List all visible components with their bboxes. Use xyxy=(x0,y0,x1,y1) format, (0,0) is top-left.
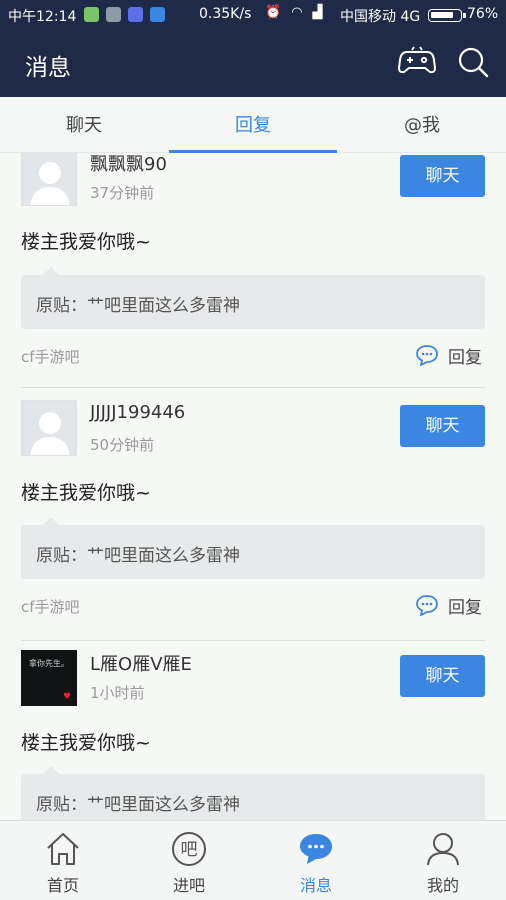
original-post-text: 原贴：艹吧里面这么多雷神 xyxy=(36,296,240,316)
original-post-text: 原贴：艹吧里面这么多雷神 xyxy=(36,795,240,815)
chat-button[interactable]: 聊天 xyxy=(400,155,485,197)
status-time: 中午12:14 xyxy=(8,9,77,25)
heart-icon: ♥ xyxy=(63,692,72,702)
gallery-app-icon xyxy=(106,7,121,22)
status-bar: 中午12:14 0.35K/s ⏰ ◠ ▟ 中国移动 4G 76% xyxy=(0,0,506,30)
reply-button-label: 回复 xyxy=(448,597,482,618)
nav-profile-label: 我的 xyxy=(426,876,459,895)
original-post[interactable]: 原贴：艹吧里面这么多雷神 xyxy=(21,267,485,329)
nav-home-label: 首页 xyxy=(46,876,79,895)
avatar-photo[interactable]: 拿你先生。 ♥ xyxy=(21,650,77,706)
reply-button[interactable]: 回复 xyxy=(415,343,482,368)
username[interactable]: L雁O雁V雁E xyxy=(90,650,192,676)
network-speed: 0.35K/s xyxy=(199,6,252,22)
forum-icon: 吧 xyxy=(172,832,206,866)
reply-card: 飘飘飘90 37分钟前 聊天 楼主我爱你哦~ 原贴：艹吧里面这么多雷神 cf手游… xyxy=(0,153,506,400)
reply-message: 楼主我爱你哦~ xyxy=(21,482,151,504)
video-app-icon xyxy=(128,7,143,22)
alarm-icon: ⏰ xyxy=(265,5,282,20)
tab-mention[interactable]: @我 xyxy=(338,97,506,153)
original-post[interactable]: 原贴：艹吧里面这么多雷神 xyxy=(21,517,485,579)
wechat-app-icon xyxy=(84,7,99,22)
battery-percent: 76% xyxy=(467,6,499,22)
nav-forum[interactable]: 吧 进吧 xyxy=(126,821,252,900)
baidu-app-icon xyxy=(150,7,165,22)
original-post[interactable]: 原贴：艹吧里面这么多雷神 xyxy=(21,766,485,820)
nav-home[interactable]: 首页 xyxy=(0,821,126,900)
nav-forum-label: 进吧 xyxy=(172,876,205,895)
forum-name[interactable]: cf手游吧 xyxy=(21,346,80,367)
reply-button[interactable]: 回复 xyxy=(415,593,482,618)
original-post-text: 原贴：艹吧里面这么多雷神 xyxy=(36,546,240,566)
avatar-text: 拿你先生。 xyxy=(29,659,69,668)
forum-name[interactable]: cf手游吧 xyxy=(21,596,80,617)
reply-time: 37分钟前 xyxy=(90,184,155,202)
comment-icon xyxy=(416,595,438,616)
reply-time: 50分钟前 xyxy=(90,436,155,454)
reply-card: JJJJJ199446 50分钟前 聊天 楼主我爱你哦~ 原贴：艹吧里面这么多雷… xyxy=(0,400,506,650)
reply-message: 楼主我爱你哦~ xyxy=(21,231,151,253)
message-icon xyxy=(300,834,332,864)
divider xyxy=(21,640,485,641)
bottom-nav: 首页 吧 进吧 消息 我的 xyxy=(0,820,506,900)
tab-reply[interactable]: 回复 xyxy=(169,97,337,153)
chat-button[interactable]: 聊天 xyxy=(400,655,485,697)
avatar[interactable] xyxy=(21,400,77,456)
svg-text:吧: 吧 xyxy=(181,840,198,860)
reply-message: 楼主我爱你哦~ xyxy=(21,732,151,754)
reply-button-label: 回复 xyxy=(448,347,482,368)
page-title: 消息 xyxy=(25,55,71,81)
title-bar: 消息 xyxy=(0,30,506,97)
battery-icon xyxy=(428,9,466,22)
nav-messages-label: 消息 xyxy=(299,876,332,895)
wifi-icon: ◠ xyxy=(291,5,303,20)
notification-icons xyxy=(84,7,165,22)
home-icon xyxy=(47,833,79,865)
username[interactable]: JJJJJ199446 xyxy=(90,402,185,423)
username[interactable]: 飘飘飘90 xyxy=(90,153,167,176)
carrier-name: 中国移动 4G xyxy=(340,9,421,25)
nav-profile[interactable]: 我的 xyxy=(380,821,506,900)
signal-icon: ▟ xyxy=(312,5,323,20)
reply-card: 拿你先生。 ♥ L雁O雁V雁E 1小时前 聊天 楼主我爱你哦~ 原贴：艹吧里面这… xyxy=(0,650,506,820)
reply-time: 1小时前 xyxy=(90,684,145,702)
avatar[interactable] xyxy=(21,153,77,206)
tab-chat[interactable]: 聊天 xyxy=(0,97,168,153)
profile-icon xyxy=(427,833,459,866)
comment-icon xyxy=(416,345,438,366)
nav-messages[interactable]: 消息 xyxy=(253,821,379,900)
gamepad-icon[interactable] xyxy=(398,46,436,76)
system-icons: ⏰ ◠ ▟ xyxy=(265,5,323,20)
chat-button[interactable]: 聊天 xyxy=(400,405,485,447)
search-icon[interactable] xyxy=(457,46,489,78)
divider xyxy=(21,387,485,388)
message-tabs: 聊天 回复 @我 xyxy=(0,97,506,153)
messages-screen: 中午12:14 0.35K/s ⏰ ◠ ▟ 中国移动 4G 76% 消息 聊天 … xyxy=(0,0,506,900)
reply-list[interactable]: 飘飘飘90 37分钟前 聊天 楼主我爱你哦~ 原贴：艹吧里面这么多雷神 cf手游… xyxy=(0,153,506,820)
